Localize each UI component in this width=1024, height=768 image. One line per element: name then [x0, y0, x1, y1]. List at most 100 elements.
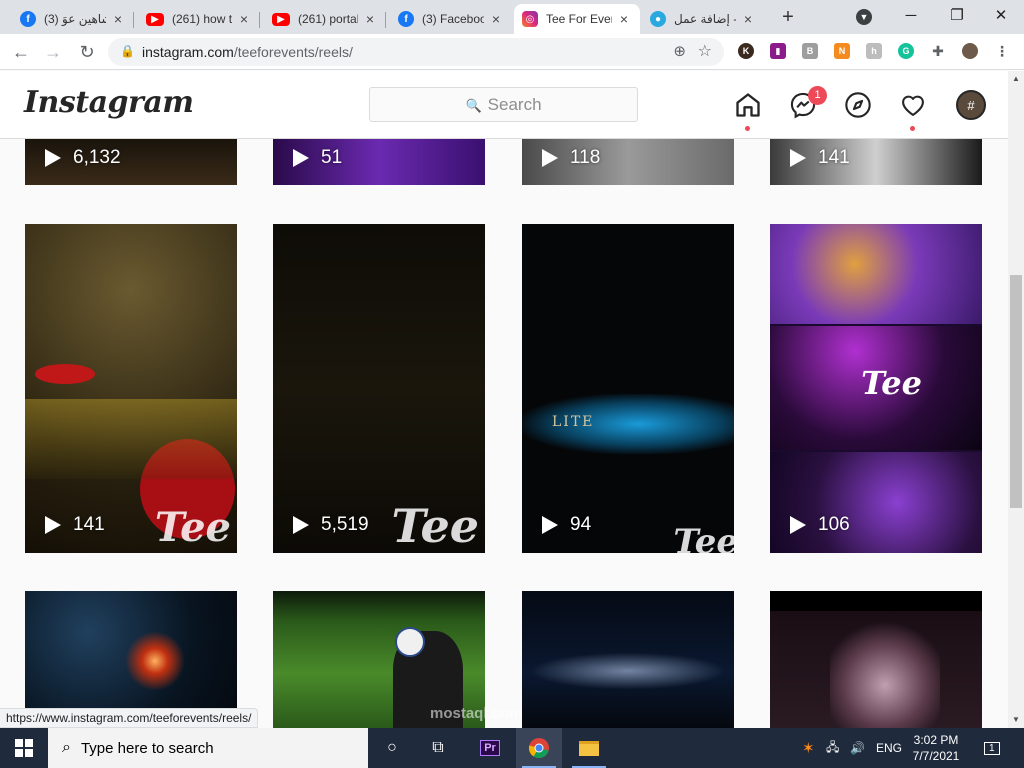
- reel-tile[interactable]: LITE 94 Tee: [522, 224, 734, 553]
- tab-mostaql[interactable]: ● إضافة عمل - ×: [642, 4, 764, 34]
- instagram-header: Instagram 🔍 Search 1 #: [0, 71, 1008, 139]
- back-button[interactable]: ←: [10, 41, 32, 63]
- close-icon[interactable]: ×: [362, 11, 378, 27]
- url-text: instagram.com/teeforevents/reels/: [142, 44, 353, 60]
- address-bar[interactable]: 🔒 instagram.com/teeforevents/reels/ ⊕ ☆: [108, 38, 724, 66]
- cortana-icon[interactable]: ○: [369, 728, 415, 768]
- close-icon[interactable]: ×: [236, 11, 252, 27]
- elite-logo-text: LITE: [552, 414, 595, 430]
- view-count-text: 106: [818, 514, 850, 535]
- reel-tile[interactable]: Tee 106: [770, 224, 982, 553]
- premiere-pro-icon[interactable]: Pr: [467, 728, 513, 768]
- view-count-text: 94: [570, 514, 592, 535]
- scroll-down-arrow-icon[interactable]: ▼: [1008, 712, 1024, 728]
- extension-n-icon[interactable]: N: [834, 43, 850, 59]
- profile-avatar[interactable]: #: [956, 90, 986, 120]
- scrollbar-thumb[interactable]: [1010, 275, 1022, 508]
- tab-search-icon[interactable]: ▼: [856, 9, 872, 25]
- profile-avatar-icon[interactable]: [962, 43, 978, 59]
- start-button[interactable]: [0, 728, 48, 768]
- reel-tile[interactable]: 6,132: [25, 139, 237, 185]
- notification-count: 1: [984, 741, 1000, 755]
- zoom-icon[interactable]: ⊕: [673, 42, 686, 60]
- taskbar-search-input[interactable]: ⌕ Type here to search: [48, 728, 368, 768]
- tab-instagram-active[interactable]: ◎ Tee For Even ×: [514, 4, 640, 34]
- view-count-text: 51: [321, 147, 343, 168]
- tables-glow: [25, 399, 237, 479]
- brand-watermark: Tee: [391, 499, 480, 553]
- home-notification-dot: [745, 126, 750, 131]
- extension-b-icon[interactable]: B: [802, 43, 818, 59]
- brand-watermark: Tee: [861, 364, 922, 402]
- youtube-icon: ▶: [146, 12, 164, 26]
- restore-button[interactable]: ❐: [934, 0, 980, 34]
- reel-tile[interactable]: 118: [522, 139, 734, 185]
- network-tray-icon[interactable]: 🖧: [826, 728, 839, 768]
- play-icon: [293, 516, 309, 534]
- tab-facebook-1[interactable]: f (3) شاهين عوَ ×: [12, 4, 134, 34]
- hall-panel: [770, 452, 982, 553]
- close-icon[interactable]: ×: [488, 11, 504, 27]
- flower-decoration: [35, 364, 95, 384]
- extension-hmm-icon[interactable]: h: [866, 43, 882, 59]
- search-placeholder: Search: [487, 95, 542, 114]
- system-clock[interactable]: 3:02 PM 7/7/2021: [904, 732, 968, 764]
- url-path: /teeforevents/reels/: [233, 44, 353, 60]
- tab-youtube-2[interactable]: ▶ (261) portab ×: [264, 4, 386, 34]
- antivirus-tray-icon[interactable]: ✶: [802, 728, 815, 768]
- site-watermark: mostaql.com: [430, 705, 523, 722]
- close-icon[interactable]: ×: [110, 11, 126, 27]
- reel-tile[interactable]: 141: [770, 139, 982, 185]
- bookmark-star-icon[interactable]: ☆: [698, 41, 712, 61]
- view-count-text: 141: [73, 514, 105, 535]
- task-view-icon[interactable]: ⧉: [415, 728, 461, 768]
- explore-compass-icon[interactable]: [843, 90, 873, 120]
- reel-tile[interactable]: 141 Tee: [25, 224, 237, 553]
- extensions-puzzle-icon[interactable]: ✚: [930, 43, 946, 59]
- reel-tile[interactable]: 51: [273, 139, 485, 185]
- page-scrollbar[interactable]: ▲ ▼: [1008, 71, 1024, 728]
- close-icon[interactable]: ×: [740, 11, 756, 27]
- language-indicator[interactable]: ENG: [876, 728, 902, 768]
- tab-facebook-2[interactable]: f (3) Faceboo ×: [390, 4, 512, 34]
- file-explorer-icon[interactable]: [566, 728, 612, 768]
- reel-tile[interactable]: 5,519 Tee: [273, 224, 485, 553]
- scroll-up-arrow-icon[interactable]: ▲: [1008, 71, 1024, 87]
- tab-title: (3) شاهين عوَ: [44, 12, 106, 26]
- view-count: 94: [542, 514, 591, 536]
- extension-k-icon[interactable]: K: [738, 43, 754, 59]
- forward-button[interactable]: →: [42, 41, 64, 63]
- reel-tile[interactable]: [770, 591, 982, 728]
- search-input[interactable]: 🔍 Search: [369, 87, 638, 122]
- view-count: 118: [542, 147, 600, 169]
- grammarly-icon[interactable]: G: [898, 43, 914, 59]
- tab-youtube-1[interactable]: ▶ (261) how to ×: [138, 4, 260, 34]
- close-icon[interactable]: ×: [616, 11, 632, 27]
- link-status-bubble: https://www.instagram.com/teeforevents/r…: [0, 708, 259, 728]
- flower-panel: [770, 224, 982, 324]
- extension-stats-icon[interactable]: ▮: [770, 43, 786, 59]
- football: [395, 627, 425, 657]
- close-window-button[interactable]: ✕: [978, 0, 1024, 34]
- city-lights: [522, 651, 734, 691]
- play-icon: [293, 149, 309, 167]
- notification-center-icon[interactable]: 1: [984, 728, 1000, 768]
- activity-heart-icon[interactable]: [898, 90, 928, 120]
- view-count: 141: [45, 514, 105, 536]
- chrome-menu-icon[interactable]: ⋮: [994, 43, 1010, 59]
- play-icon: [790, 516, 806, 534]
- reload-button[interactable]: ↻: [76, 41, 98, 63]
- view-count-text: 141: [818, 147, 850, 168]
- reel-tile[interactable]: [522, 591, 734, 728]
- play-icon: [45, 149, 61, 167]
- instagram-logo[interactable]: Instagram: [24, 85, 194, 120]
- new-tab-button[interactable]: +: [778, 6, 798, 28]
- volume-tray-icon[interactable]: 🔊: [850, 728, 865, 768]
- minimize-button[interactable]: ─: [888, 0, 934, 34]
- browser-tabstrip: f (3) شاهين عوَ × ▶ (261) how to × ▶ (26…: [0, 0, 1024, 34]
- chrome-taskbar-icon[interactable]: [516, 728, 562, 768]
- activity-notification-dot: [910, 126, 915, 131]
- home-icon[interactable]: [733, 90, 763, 120]
- clock-date: 7/7/2021: [912, 749, 960, 763]
- search-icon: 🔍: [465, 98, 482, 113]
